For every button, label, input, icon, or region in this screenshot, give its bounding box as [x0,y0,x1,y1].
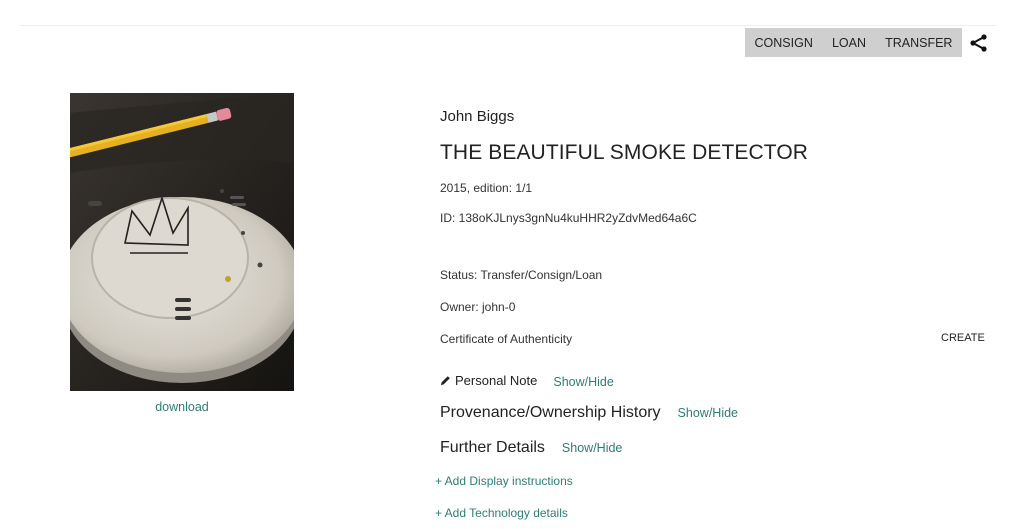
provenance-heading: Provenance/Ownership History [440,404,661,421]
pencil-icon [440,376,450,386]
download-link[interactable]: download [70,400,294,414]
owner-text: Owner: john-0 [440,300,516,314]
consign-button[interactable]: CONSIGN [752,36,816,50]
action-bar: CONSIGN LOAN TRANSFER [745,28,962,57]
further-details-row: Further Details Show/Hide [440,439,622,457]
artwork-id: ID: 138oKJLnys3gnNu4kuHHR2yZdvMed64a6C [440,211,697,225]
certificate-label: Certificate of Authenticity [440,332,573,346]
personal-note-toggle[interactable]: Show/Hide [553,375,613,389]
provenance-row: Provenance/Ownership History Show/Hide [440,404,738,422]
smoke-detector-photo [70,93,294,391]
add-display-instructions-link[interactable]: + Add Display instructions [435,474,573,488]
share-icon[interactable] [969,34,989,52]
provenance-toggle[interactable]: Show/Hide [678,406,738,420]
personal-note-label: Personal Note [455,373,538,388]
add-technology-details-link[interactable]: + Add Technology details [435,506,568,520]
status-text: Status: Transfer/Consign/Loan [440,268,603,282]
header-divider [20,25,996,26]
personal-note-row: Personal Note Show/Hide [440,373,614,389]
transfer-button[interactable]: TRANSFER [882,36,955,50]
artist-name: John Biggs [440,108,515,125]
further-details-heading: Further Details [440,439,545,456]
personal-note-heading: Personal Note [440,373,537,388]
loan-button[interactable]: LOAN [829,36,869,50]
edition-info: 2015, edition: 1/1 [440,181,533,195]
create-certificate-button[interactable]: CREATE [941,332,985,344]
artwork-title: THE BEAUTIFUL SMOKE DETECTOR [440,141,809,164]
further-details-toggle[interactable]: Show/Hide [562,441,622,455]
